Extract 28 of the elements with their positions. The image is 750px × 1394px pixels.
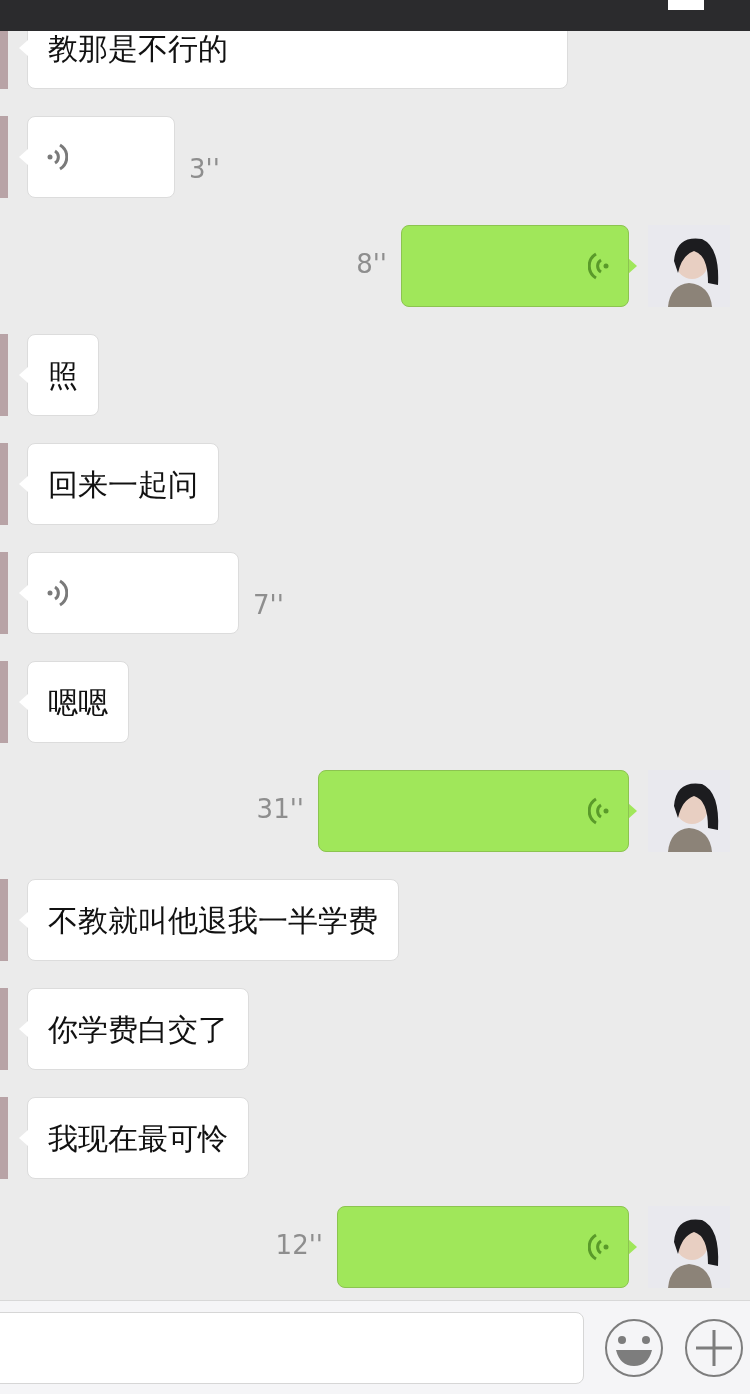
message-bubble: 你学费白交了 — [27, 988, 249, 1070]
message-bubble: 不教就叫他退我一半学费 — [27, 879, 399, 961]
bubble-tail — [628, 1239, 637, 1255]
voice-message[interactable] — [27, 552, 239, 634]
voice-duration: 12'' — [275, 1229, 323, 1262]
message-bubble: 我现在最可怜 — [27, 1097, 249, 1179]
message-bubble: 照 — [27, 334, 99, 416]
bubble-tail — [628, 258, 637, 274]
voice-icon — [588, 1231, 610, 1263]
bubble-tail — [628, 803, 637, 819]
message-bubble: 回来一起问 — [27, 443, 219, 525]
message-bubble: 教那是不行的 — [27, 31, 568, 89]
voice-icon — [588, 250, 610, 282]
message-input-field[interactable] — [0, 1311, 584, 1384]
voice-message[interactable] — [318, 770, 629, 852]
emoji-icon[interactable] — [604, 1317, 664, 1378]
voice-message[interactable] — [27, 116, 175, 198]
voice-message[interactable] — [337, 1206, 629, 1288]
voice-duration: 31'' — [256, 793, 304, 826]
voice-duration: 8'' — [356, 248, 387, 281]
message-bubble: 嗯嗯 — [27, 661, 129, 743]
plus-icon[interactable] — [684, 1317, 744, 1378]
voice-duration: 3'' — [189, 153, 220, 186]
voice-icon — [46, 141, 68, 173]
voice-message[interactable] — [401, 225, 629, 307]
voice-icon — [46, 577, 68, 609]
voice-icon — [588, 795, 610, 827]
voice-duration: 7'' — [253, 589, 284, 622]
